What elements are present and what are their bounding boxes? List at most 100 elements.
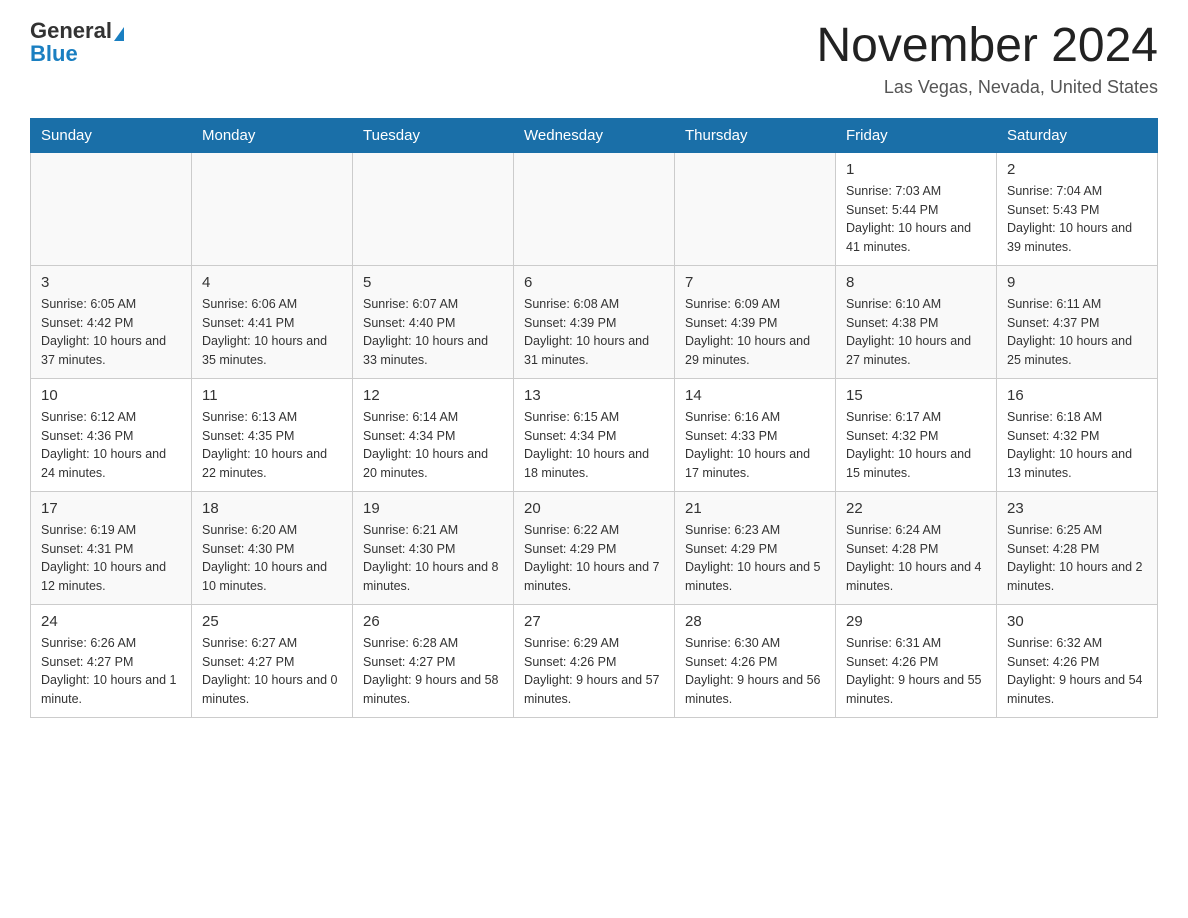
calendar-cell: 28 Sunrise: 6:30 AM Sunset: 4:26 PM Dayli… — [675, 604, 836, 717]
sun-info: Sunrise: 6:17 AM Sunset: 4:32 PM Dayligh… — [846, 408, 986, 483]
day-header-tuesday: Tuesday — [353, 118, 514, 152]
sun-info: Sunrise: 6:26 AM Sunset: 4:27 PM Dayligh… — [41, 634, 181, 709]
day-number: 13 — [524, 387, 664, 404]
day-number: 22 — [846, 500, 986, 517]
location-text: Las Vegas, Nevada, United States — [816, 77, 1158, 98]
day-number: 8 — [846, 274, 986, 291]
calendar-week-row: 17 Sunrise: 6:19 AM Sunset: 4:31 PM Dayli… — [31, 491, 1158, 604]
sun-info: Sunrise: 6:05 AM Sunset: 4:42 PM Dayligh… — [41, 295, 181, 370]
title-section: November 2024 Las Vegas, Nevada, United … — [816, 20, 1158, 98]
day-number: 25 — [202, 613, 342, 630]
sun-info: Sunrise: 6:12 AM Sunset: 4:36 PM Dayligh… — [41, 408, 181, 483]
day-number: 14 — [685, 387, 825, 404]
calendar-cell: 27 Sunrise: 6:29 AM Sunset: 4:26 PM Dayli… — [514, 604, 675, 717]
sun-info: Sunrise: 6:21 AM Sunset: 4:30 PM Dayligh… — [363, 521, 503, 596]
day-number: 23 — [1007, 500, 1147, 517]
day-number: 10 — [41, 387, 181, 404]
logo-triangle-icon — [114, 27, 124, 41]
sun-info: Sunrise: 6:27 AM Sunset: 4:27 PM Dayligh… — [202, 634, 342, 709]
calendar-cell: 3 Sunrise: 6:05 AM Sunset: 4:42 PM Daylig… — [31, 265, 192, 378]
sun-info: Sunrise: 6:18 AM Sunset: 4:32 PM Dayligh… — [1007, 408, 1147, 483]
day-number: 4 — [202, 274, 342, 291]
calendar-cell: 18 Sunrise: 6:20 AM Sunset: 4:30 PM Dayli… — [192, 491, 353, 604]
sun-info: Sunrise: 7:04 AM Sunset: 5:43 PM Dayligh… — [1007, 182, 1147, 257]
day-header-monday: Monday — [192, 118, 353, 152]
sun-info: Sunrise: 6:20 AM Sunset: 4:30 PM Dayligh… — [202, 521, 342, 596]
sun-info: Sunrise: 6:16 AM Sunset: 4:33 PM Dayligh… — [685, 408, 825, 483]
day-number: 24 — [41, 613, 181, 630]
calendar-cell: 8Sunrise: 6:10 AM Sunset: 4:38 PM Daylig… — [836, 265, 997, 378]
day-number: 27 — [524, 613, 664, 630]
calendar-cell: 6Sunrise: 6:08 AM Sunset: 4:39 PM Daylig… — [514, 265, 675, 378]
month-title: November 2024 — [816, 20, 1158, 73]
sun-info: Sunrise: 6:32 AM Sunset: 4:26 PM Dayligh… — [1007, 634, 1147, 709]
calendar-table: SundayMondayTuesdayWednesdayThursdayFrid… — [30, 118, 1158, 718]
sun-info: Sunrise: 6:19 AM Sunset: 4:31 PM Dayligh… — [41, 521, 181, 596]
day-number: 3 — [41, 274, 181, 291]
logo: General Blue — [30, 20, 124, 66]
day-header-wednesday: Wednesday — [514, 118, 675, 152]
calendar-cell: 10 Sunrise: 6:12 AM Sunset: 4:36 PM Dayli… — [31, 378, 192, 491]
day-number: 6 — [524, 274, 664, 291]
calendar-cell: 9Sunrise: 6:11 AM Sunset: 4:37 PM Daylig… — [997, 265, 1158, 378]
day-header-sunday: Sunday — [31, 118, 192, 152]
sun-info: Sunrise: 7:03 AM Sunset: 5:44 PM Dayligh… — [846, 182, 986, 257]
sun-info: Sunrise: 6:09 AM Sunset: 4:39 PM Dayligh… — [685, 295, 825, 370]
calendar-cell: 23 Sunrise: 6:25 AM Sunset: 4:28 PM Dayli… — [997, 491, 1158, 604]
day-number: 9 — [1007, 274, 1147, 291]
logo-general-text: General — [30, 18, 112, 43]
calendar-cell — [514, 152, 675, 265]
day-header-saturday: Saturday — [997, 118, 1158, 152]
calendar-cell: 29Sunrise: 6:31 AM Sunset: 4:26 PM Dayli… — [836, 604, 997, 717]
day-number: 7 — [685, 274, 825, 291]
logo-bottom: Blue — [30, 43, 78, 66]
calendar-cell: 7 Sunrise: 6:09 AM Sunset: 4:39 PM Daylig… — [675, 265, 836, 378]
calendar-cell: 30Sunrise: 6:32 AM Sunset: 4:26 PM Dayli… — [997, 604, 1158, 717]
calendar-body: 1 Sunrise: 7:03 AM Sunset: 5:44 PM Daylig… — [31, 152, 1158, 717]
sun-info: Sunrise: 6:23 AM Sunset: 4:29 PM Dayligh… — [685, 521, 825, 596]
sun-info: Sunrise: 6:30 AM Sunset: 4:26 PM Dayligh… — [685, 634, 825, 709]
calendar-cell: 16 Sunrise: 6:18 AM Sunset: 4:32 PM Dayli… — [997, 378, 1158, 491]
day-number: 1 — [846, 161, 986, 178]
page-header: General Blue November 2024 Las Vegas, Ne… — [30, 20, 1158, 98]
header-row: SundayMondayTuesdayWednesdayThursdayFrid… — [31, 118, 1158, 152]
calendar-cell: 19Sunrise: 6:21 AM Sunset: 4:30 PM Dayli… — [353, 491, 514, 604]
calendar-cell: 5 Sunrise: 6:07 AM Sunset: 4:40 PM Daylig… — [353, 265, 514, 378]
day-number: 20 — [524, 500, 664, 517]
calendar-cell: 20 Sunrise: 6:22 AM Sunset: 4:29 PM Dayli… — [514, 491, 675, 604]
sun-info: Sunrise: 6:13 AM Sunset: 4:35 PM Dayligh… — [202, 408, 342, 483]
day-number: 2 — [1007, 161, 1147, 178]
sun-info: Sunrise: 6:25 AM Sunset: 4:28 PM Dayligh… — [1007, 521, 1147, 596]
day-number: 18 — [202, 500, 342, 517]
sun-info: Sunrise: 6:31 AM Sunset: 4:26 PM Dayligh… — [846, 634, 986, 709]
day-header-friday: Friday — [836, 118, 997, 152]
calendar-cell — [353, 152, 514, 265]
calendar-cell: 21Sunrise: 6:23 AM Sunset: 4:29 PM Dayli… — [675, 491, 836, 604]
sun-info: Sunrise: 6:24 AM Sunset: 4:28 PM Dayligh… — [846, 521, 986, 596]
day-header-thursday: Thursday — [675, 118, 836, 152]
sun-info: Sunrise: 6:22 AM Sunset: 4:29 PM Dayligh… — [524, 521, 664, 596]
calendar-cell: 17 Sunrise: 6:19 AM Sunset: 4:31 PM Dayli… — [31, 491, 192, 604]
calendar-cell: 2 Sunrise: 7:04 AM Sunset: 5:43 PM Daylig… — [997, 152, 1158, 265]
calendar-week-row: 10 Sunrise: 6:12 AM Sunset: 4:36 PM Dayli… — [31, 378, 1158, 491]
calendar-cell: 11 Sunrise: 6:13 AM Sunset: 4:35 PM Dayli… — [192, 378, 353, 491]
day-number: 12 — [363, 387, 503, 404]
day-number: 28 — [685, 613, 825, 630]
calendar-week-row: 1 Sunrise: 7:03 AM Sunset: 5:44 PM Daylig… — [31, 152, 1158, 265]
day-number: 17 — [41, 500, 181, 517]
day-number: 11 — [202, 387, 342, 404]
calendar-cell: 4Sunrise: 6:06 AM Sunset: 4:41 PM Daylig… — [192, 265, 353, 378]
sun-info: Sunrise: 6:29 AM Sunset: 4:26 PM Dayligh… — [524, 634, 664, 709]
day-number: 26 — [363, 613, 503, 630]
calendar-cell — [192, 152, 353, 265]
day-number: 5 — [363, 274, 503, 291]
sun-info: Sunrise: 6:07 AM Sunset: 4:40 PM Dayligh… — [363, 295, 503, 370]
calendar-cell: 22 Sunrise: 6:24 AM Sunset: 4:28 PM Dayli… — [836, 491, 997, 604]
calendar-week-row: 3 Sunrise: 6:05 AM Sunset: 4:42 PM Daylig… — [31, 265, 1158, 378]
day-number: 16 — [1007, 387, 1147, 404]
calendar-cell: 12Sunrise: 6:14 AM Sunset: 4:34 PM Dayli… — [353, 378, 514, 491]
sun-info: Sunrise: 6:28 AM Sunset: 4:27 PM Dayligh… — [363, 634, 503, 709]
calendar-cell: 14 Sunrise: 6:16 AM Sunset: 4:33 PM Dayli… — [675, 378, 836, 491]
calendar-cell: 25 Sunrise: 6:27 AM Sunset: 4:27 PM Dayli… — [192, 604, 353, 717]
sun-info: Sunrise: 6:15 AM Sunset: 4:34 PM Dayligh… — [524, 408, 664, 483]
